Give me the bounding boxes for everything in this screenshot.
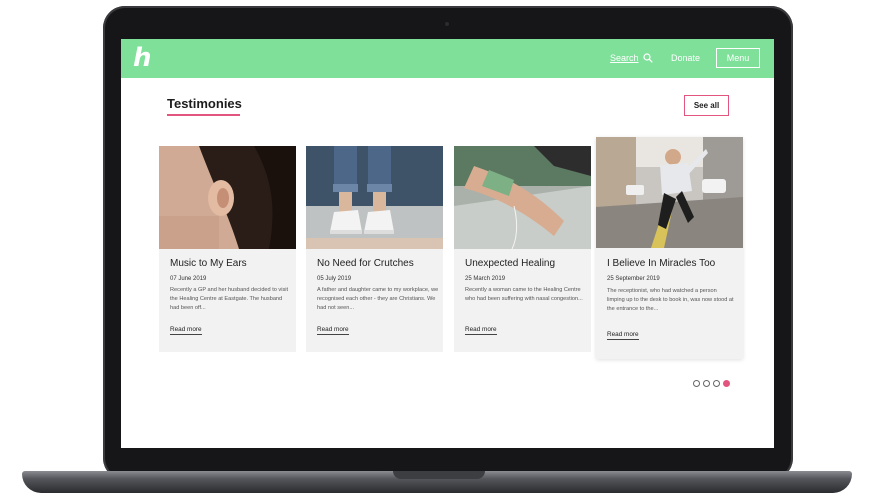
testimony-card-miracles[interactable]: I Believe In Miracles Too 25 September 2…: [596, 137, 743, 359]
menu-button[interactable]: Menu: [716, 48, 760, 68]
carousel-pagination: [693, 380, 730, 387]
webcam: [445, 22, 449, 26]
card-title: No Need for Crutches: [317, 258, 414, 269]
site-logo[interactable]: h: [133, 44, 152, 72]
read-more-link[interactable]: Read more: [170, 326, 202, 335]
read-more-link[interactable]: Read more: [317, 326, 349, 335]
title-underline: [167, 114, 240, 116]
card-image-ear: [159, 146, 296, 249]
search-label: Search: [610, 53, 639, 63]
site-header: h Search Donate Menu: [121, 39, 774, 78]
card-date: 25 September 2019: [607, 276, 660, 282]
card-excerpt: Recently a woman came to the Healing Cen…: [465, 287, 583, 302]
see-all-button[interactable]: See all: [684, 95, 729, 116]
card-excerpt: A father and daughter came to my workpla…: [317, 287, 439, 311]
section-title: Testimonies: [167, 96, 242, 111]
pagination-dot-1[interactable]: [693, 380, 700, 387]
testimony-card-healing[interactable]: Unexpected Healing 25 March 2019 Recentl…: [454, 146, 591, 352]
card-image-street: [596, 137, 743, 248]
card-date: 05 July 2019: [317, 276, 352, 282]
card-excerpt: The receptionist, who had watched a pers…: [607, 288, 734, 312]
pagination-dot-4[interactable]: [723, 380, 730, 387]
card-title: I Believe In Miracles Too: [607, 258, 716, 269]
search-icon: [642, 53, 653, 63]
search-link[interactable]: Search: [610, 53, 653, 63]
donate-link[interactable]: Donate: [671, 53, 700, 63]
pagination-dot-2[interactable]: [703, 380, 710, 387]
testimony-card-music[interactable]: Music to My Ears 07 June 2019 Recently a…: [159, 146, 296, 352]
read-more-link[interactable]: Read more: [465, 326, 497, 335]
laptop-screen: h Search Donate Menu Testimonies See all: [121, 39, 774, 448]
pagination-dot-3[interactable]: [713, 380, 720, 387]
card-excerpt: Recently a GP and her husband decided to…: [170, 287, 289, 311]
card-title: Unexpected Healing: [465, 258, 556, 269]
testimony-card-crutches[interactable]: No Need for Crutches 05 July 2019 A fath…: [306, 146, 443, 352]
card-image-sneakers: [306, 146, 443, 249]
card-date: 25 March 2019: [465, 276, 506, 282]
card-image-bandage: [454, 146, 591, 249]
card-date: 07 June 2019: [170, 276, 207, 282]
read-more-link[interactable]: Read more: [607, 331, 639, 340]
card-title: Music to My Ears: [170, 258, 247, 269]
laptop-notch: [393, 471, 485, 479]
